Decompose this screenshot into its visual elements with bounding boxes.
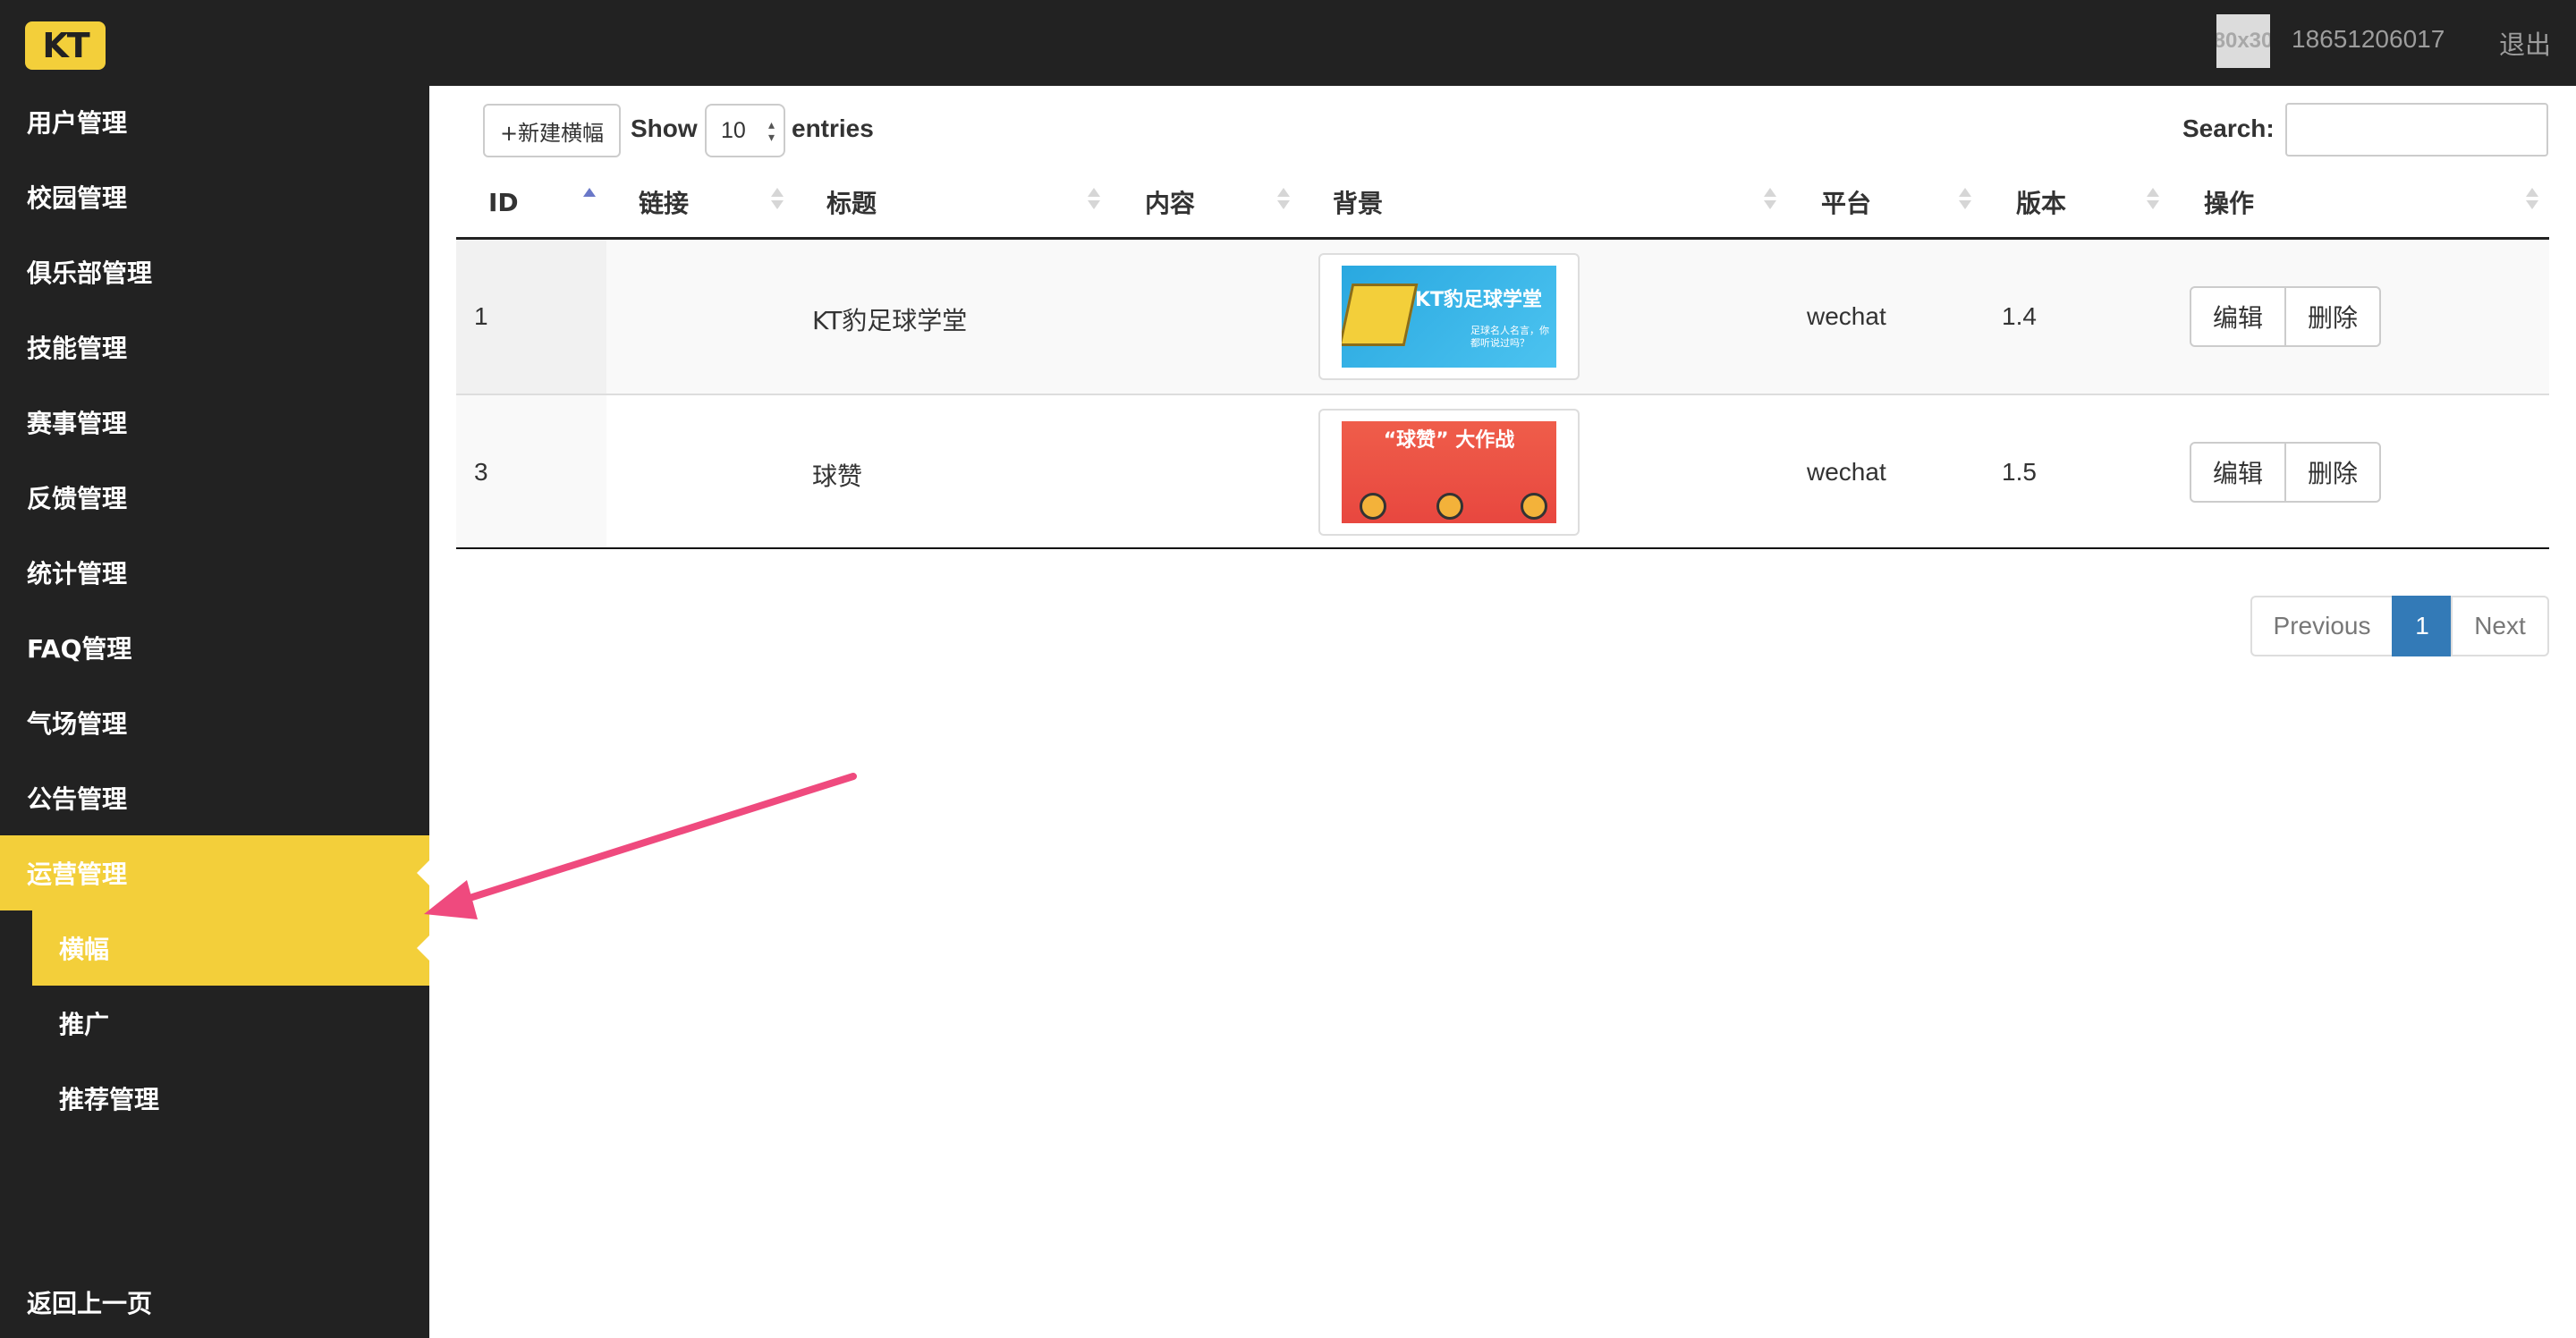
banner-image-football-school: KT豹足球学堂 足球名人名言，你都听说过吗？ [1342, 266, 1556, 368]
banner-image-text: KT豹足球学堂 [1415, 289, 1543, 311]
select-arrows-icon: ▴ ▾ [767, 117, 775, 144]
pagination: Previous 1 Next [2250, 596, 2549, 656]
row-platform: wechat [1807, 302, 1886, 330]
column-header-platform[interactable]: 平台 [1821, 179, 1871, 225]
row-platform: wechat [1807, 458, 1886, 486]
column-header-content[interactable]: 内容 [1145, 179, 1195, 225]
sidebar-item-aura-management[interactable]: 气场管理 [0, 685, 429, 760]
entries-label: entries [792, 114, 874, 142]
row-actions: 编辑 删除 [2190, 286, 2381, 347]
sidebar-item-statistics-management[interactable]: 统计管理 [0, 535, 429, 610]
sort-icon [1088, 186, 1100, 213]
tiger-mascot-icon [1360, 493, 1386, 520]
active-caret-icon [417, 936, 429, 961]
sidebar-item-label: 运营管理 [27, 860, 128, 889]
sidebar-item-operations-management[interactable]: 运营管理 [0, 835, 429, 910]
tiger-mascot-icon [1436, 493, 1463, 520]
sidebar-item-feedback-management[interactable]: 反馈管理 [0, 460, 429, 535]
row-id: 1 [474, 302, 488, 330]
edit-button[interactable]: 编辑 [2190, 286, 2286, 347]
column-header-actions[interactable]: 操作 [2204, 179, 2254, 225]
search-input[interactable] [2285, 103, 2548, 157]
top-bar: KT 80x30 18651206017 退出 [0, 0, 2576, 86]
sort-icon [1959, 186, 1971, 213]
sidebar-subitem-promotion[interactable]: 推广 [0, 986, 429, 1061]
sidebar-subitem-label: 横幅 [59, 935, 110, 964]
sidebar-item-user-management[interactable]: 用户管理 [0, 84, 429, 159]
banner-image-subtext: 足球名人名言，你都听说过吗？ [1470, 325, 1549, 349]
new-banner-button[interactable]: +新建横幅 [483, 104, 621, 157]
sort-icon [2526, 186, 2538, 213]
search-label: Search: [2182, 114, 2275, 142]
logo-text: KT [42, 26, 89, 65]
sidebar-subitem-recommend-management[interactable]: 推荐管理 [0, 1061, 429, 1136]
row-background-thumbnail[interactable]: “球赞” 大作战 [1318, 409, 1580, 536]
sidebar-subitem-banner[interactable]: 横幅 [32, 910, 429, 986]
previous-page-button[interactable]: Previous [2250, 596, 2394, 656]
sidebar-item-club-management[interactable]: 俱乐部管理 [0, 234, 429, 309]
delete-button[interactable]: 删除 [2284, 286, 2381, 347]
row-id: 3 [474, 458, 488, 486]
football-field-illustration [1342, 284, 1419, 346]
row-version: 1.5 [2002, 458, 2037, 486]
edit-button[interactable]: 编辑 [2190, 442, 2286, 503]
column-header-title[interactable]: 标题 [826, 179, 877, 225]
column-header-background[interactable]: 背景 [1333, 179, 1383, 225]
page-size-select[interactable]: 10 ▴ ▾ [705, 104, 785, 157]
back-link[interactable]: 返回上一页 [0, 1265, 429, 1338]
sort-icon [771, 186, 784, 213]
next-page-button[interactable]: Next [2451, 596, 2549, 656]
sidebar-item-event-management[interactable]: 赛事管理 [0, 385, 429, 460]
sort-asc-icon [583, 186, 596, 213]
sidebar-item-notice-management[interactable]: 公告管理 [0, 760, 429, 835]
column-header-link[interactable]: 链接 [639, 179, 689, 225]
row-version: 1.4 [2002, 302, 2037, 330]
active-caret-icon [417, 860, 429, 885]
row-background-thumbnail[interactable]: KT豹足球学堂 足球名人名言，你都听说过吗？ [1318, 253, 1580, 380]
kt-logo[interactable]: KT [25, 21, 106, 70]
row-title: KT豹足球学堂 [812, 306, 968, 335]
sidebar-item-campus-management[interactable]: 校园管理 [0, 159, 429, 234]
sidebar-item-skill-management[interactable]: 技能管理 [0, 309, 429, 385]
row-actions: 编辑 删除 [2190, 442, 2381, 503]
banner-image-text: “球赞” 大作战 [1383, 429, 1515, 452]
column-header-version[interactable]: 版本 [2016, 179, 2066, 225]
row-title: 球赞 [812, 462, 863, 491]
sort-icon [1764, 186, 1776, 213]
avatar[interactable]: 80x30 [2216, 14, 2270, 68]
column-header-id[interactable]: ID [488, 179, 519, 225]
sidebar-item-faq-management[interactable]: FAQ管理 [0, 610, 429, 685]
delete-button[interactable]: 删除 [2284, 442, 2381, 503]
banner-image-qiuzan: “球赞” 大作战 [1342, 421, 1556, 523]
sort-icon [2147, 186, 2159, 213]
logout-link[interactable]: 退出 [2499, 24, 2551, 62]
sort-icon [1277, 186, 1290, 213]
show-label: Show [631, 114, 698, 142]
page-size-value: 10 [721, 117, 746, 143]
tiger-mascot-icon [1521, 493, 1547, 520]
table-bottom-border [456, 547, 2549, 549]
page-1-button[interactable]: 1 [2392, 596, 2453, 656]
user-phone: 18651206017 [2292, 25, 2445, 53]
